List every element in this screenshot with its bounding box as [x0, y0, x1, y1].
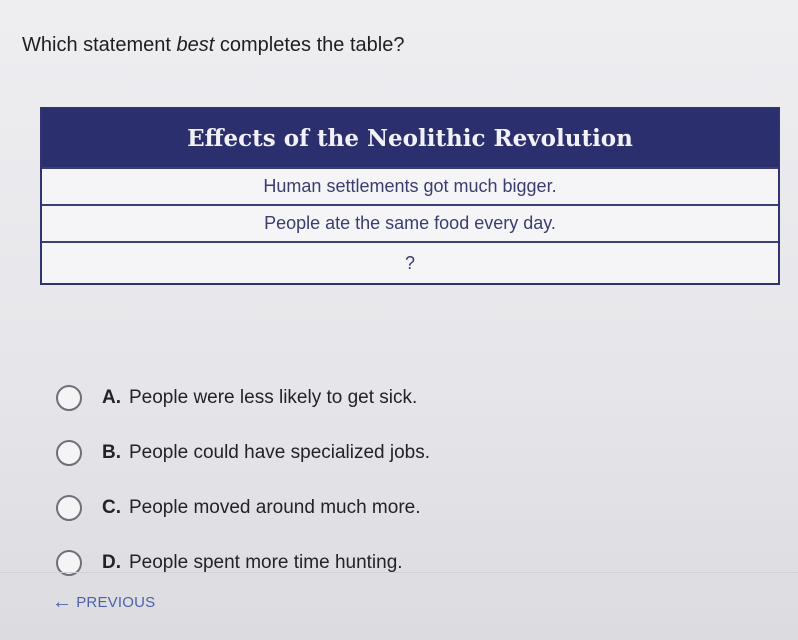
radio-button[interactable]	[56, 494, 82, 521]
table-row-missing: ?	[42, 241, 778, 283]
choice-letter: D.	[102, 551, 121, 573]
question-suffix: completes the table?	[214, 34, 405, 56]
question-emphasis: best	[176, 34, 215, 56]
question-prefix: Which statement	[22, 34, 177, 56]
choice-text: People spent more time hunting.	[129, 551, 403, 573]
arrow-left-icon: ←	[52, 591, 73, 613]
previous-label: PREVIOUS	[76, 593, 156, 611]
choice-b[interactable]: B. People could have specialized jobs.	[56, 425, 430, 480]
question-text: Which statement best completes the table…	[22, 34, 404, 57]
choice-text: People moved around much more.	[129, 496, 421, 518]
table-row: People ate the same food every day.	[42, 204, 778, 241]
choice-c[interactable]: C. People moved around much more.	[56, 480, 430, 535]
radio-button[interactable]	[56, 439, 82, 466]
quiz-page: Which statement best completes the table…	[0, 0, 798, 640]
choice-letter: B.	[102, 441, 121, 463]
choice-a[interactable]: A. People were less likely to get sick.	[56, 370, 430, 425]
answer-choices: A. People were less likely to get sick. …	[56, 370, 430, 590]
table-title: Effects of the Neolithic Revolution	[42, 109, 778, 167]
previous-button[interactable]: ← PREVIOUS	[52, 592, 155, 612]
choice-letter: C.	[102, 496, 121, 518]
choice-text: People were less likely to get sick.	[129, 386, 418, 408]
divider	[0, 572, 798, 573]
table-row: Human settlements got much bigger.	[42, 167, 778, 204]
choice-text: People could have specialized jobs.	[129, 441, 431, 463]
choice-letter: A.	[102, 386, 121, 408]
effects-table: Effects of the Neolithic Revolution Huma…	[40, 107, 780, 285]
choice-d[interactable]: D. People spent more time hunting.	[56, 535, 430, 590]
radio-button[interactable]	[56, 384, 82, 411]
